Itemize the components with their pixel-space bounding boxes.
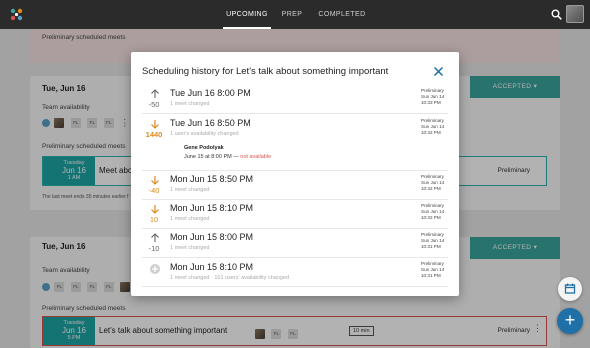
arrow-down-icon [151, 176, 159, 185]
scheduling-history-dialog: Scheduling history for Let's talk about … [131, 52, 459, 296]
tab-prep[interactable]: PREP [277, 0, 307, 29]
score-change: -50 [148, 100, 160, 109]
history-entry: 10 Mon Jun 15 8:10 PM 1 meet changed Pre… [142, 200, 448, 229]
entry-reason: 1 meet changed · 101 users' availability… [170, 275, 290, 281]
plus-icon: + [564, 310, 576, 330]
entry-timestamp: Preliminary Sun Jun 14 10:32 PM [421, 174, 451, 192]
user-avatar[interactable] [566, 5, 584, 23]
arrow-up-icon [151, 233, 159, 242]
search-icon[interactable] [551, 9, 562, 20]
history-entry: -50 Tue Jun 16 8:00 PM 1 meet changed Pr… [142, 85, 448, 114]
arrow-down-icon [151, 120, 159, 129]
history-entry: Mon Jun 15 8:10 PM 1 meet changed · 101 … [142, 258, 448, 287]
entry-datetime: Tue Jun 16 8:00 PM [170, 88, 251, 98]
stamp-time: 10:31 PM [421, 273, 441, 278]
arrow-up-icon [151, 89, 159, 98]
top-bar: UPCOMING PREP COMPLETED [0, 0, 590, 29]
close-icon[interactable] [433, 66, 444, 77]
add-button[interactable]: + [557, 308, 583, 334]
dialog-title: Scheduling history for Let's talk about … [142, 66, 389, 77]
entry-reason: 1 user's availability changed [170, 131, 239, 137]
entry-timestamp: Preliminary Sun Jun 14 10:32 PM [421, 203, 451, 221]
calendar-icon [564, 283, 576, 294]
tab-completed[interactable]: COMPLETED [315, 0, 369, 29]
entry-timestamp: Preliminary Sun Jun 14 10:32 PM [421, 118, 451, 136]
stamp-time: 10:31 PM [421, 244, 441, 249]
entry-reason: 1 meet changed [170, 245, 210, 251]
stamp-time: 10:32 PM [421, 186, 441, 191]
entry-reason: 1 meet changed [170, 101, 210, 107]
entry-datetime: Mon Jun 15 8:00 PM [170, 232, 254, 242]
entry-timestamp: Preliminary Sun Jun 14 10:33 PM [421, 88, 451, 106]
score-change: -10 [148, 244, 160, 253]
entry-datetime: Mon Jun 15 8:50 PM [170, 174, 254, 184]
entry-datetime: Mon Jun 15 8:10 PM [170, 262, 254, 272]
plus-circle-icon [150, 264, 160, 274]
score-change: -40 [148, 186, 160, 195]
tab-upcoming[interactable]: UPCOMING [223, 0, 271, 29]
entry-datetime: Tue Jun 16 8:50 PM [170, 118, 251, 128]
entry-reason: 1 meet changed [170, 216, 210, 222]
user-name: Gene Podolyak [184, 145, 224, 151]
calendar-fab-button[interactable] [558, 277, 582, 301]
entry-reason: 1 meet changed [170, 187, 210, 193]
score-change: 10 [149, 215, 159, 224]
history-entry: 1440 Tue Jun 16 8:50 PM 1 user's availab… [142, 114, 448, 171]
entry-timestamp: Preliminary Sun Jun 14 10:31 PM [421, 261, 451, 279]
stamp-time: 10:32 PM [421, 215, 441, 220]
availability-date: June 15 at 8:00 PM — [184, 154, 239, 160]
app-logo-icon[interactable] [9, 7, 24, 22]
unavailable-label: not available [240, 154, 272, 160]
arrow-down-icon [151, 205, 159, 214]
history-entry: -10 Mon Jun 15 8:00 PM 1 meet changed Pr… [142, 229, 448, 258]
availability-detail: June 15 at 8:00 PM — not available [184, 154, 271, 160]
entry-datetime: Mon Jun 15 8:10 PM [170, 203, 254, 213]
stamp-time: 10:33 PM [421, 100, 441, 105]
score-change: 1440 [145, 130, 163, 139]
stamp-time: 10:32 PM [421, 130, 441, 135]
entry-timestamp: Preliminary Sun Jun 14 10:31 PM [421, 232, 451, 250]
history-entry: -40 Mon Jun 15 8:50 PM 1 meet changed Pr… [142, 171, 448, 200]
